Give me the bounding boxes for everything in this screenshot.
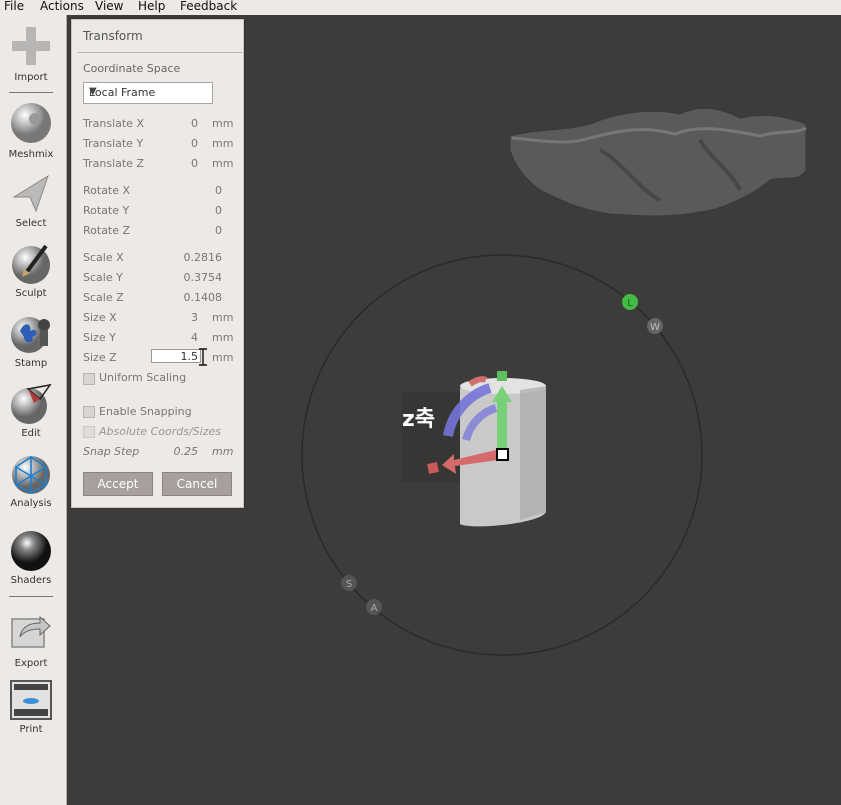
- snap-step-label: Snap Step: [83, 445, 140, 458]
- rotate-y-value[interactable]: 0: [192, 204, 222, 217]
- gizmo-w-button[interactable]: W: [647, 318, 663, 334]
- absolute-coords-label: Absolute Coords/Sizes: [99, 425, 221, 438]
- translate-x-value[interactable]: 0: [172, 117, 198, 130]
- z-axis-scale-handle: [497, 371, 507, 381]
- scale-y-label: Scale Y: [83, 271, 123, 284]
- size-x-unit: mm: [212, 311, 234, 324]
- rotate-z-label: Rotate Z: [83, 224, 131, 237]
- gizmo-s-text: S: [346, 579, 352, 590]
- coord-space-select[interactable]: Local Frame ▼: [83, 82, 213, 104]
- gizmo-origin: [496, 448, 509, 461]
- x-axis-scale-handle: [427, 462, 439, 474]
- enable-snapping-checkbox[interactable]: [83, 406, 95, 418]
- text-cursor-icon: [199, 348, 207, 366]
- title-divider: [78, 52, 242, 53]
- translate-z-unit: mm: [212, 157, 234, 170]
- cancel-button[interactable]: Cancel: [162, 472, 232, 496]
- cylinder-shade: [520, 386, 546, 520]
- rotate-x-value[interactable]: 0: [192, 184, 222, 197]
- size-y-unit: mm: [212, 331, 234, 344]
- rotate-x-label: Rotate X: [83, 184, 131, 197]
- panel-title: Transform: [83, 29, 143, 43]
- snap-step-value[interactable]: 0.25: [172, 445, 199, 458]
- scale-z-value[interactable]: 0.1408: [172, 291, 223, 304]
- rotate-z-value[interactable]: 0: [192, 224, 222, 237]
- size-z-label: Size Z: [83, 351, 117, 364]
- uniform-scaling-label: Uniform Scaling: [99, 371, 187, 384]
- accept-button[interactable]: Accept: [83, 472, 153, 496]
- gizmo-l-button[interactable]: L: [622, 294, 638, 310]
- uniform-scaling-checkbox[interactable]: [83, 373, 95, 385]
- absolute-coords-checkbox[interactable]: [83, 426, 95, 438]
- translate-y-label: Translate Y: [83, 137, 144, 150]
- translate-x-label: Translate X: [83, 117, 144, 130]
- size-x-label: Size X: [83, 311, 117, 324]
- gizmo-a-button[interactable]: A: [366, 599, 382, 615]
- translate-x-unit: mm: [212, 117, 234, 130]
- dropdown-arrow-icon: ▼: [89, 86, 97, 97]
- snap-step-unit: mm: [212, 445, 234, 458]
- scale-x-label: Scale X: [83, 251, 124, 264]
- size-z-input[interactable]: 1.5: [151, 349, 201, 363]
- size-x-value[interactable]: 3: [172, 311, 198, 324]
- translate-y-unit: mm: [212, 137, 234, 150]
- scale-x-value[interactable]: 0.2816: [172, 251, 223, 264]
- size-y-label: Size Y: [83, 331, 116, 344]
- coord-space-label: Coordinate Space: [83, 62, 181, 75]
- transform-panel: Transform Coordinate Space Local Frame ▼…: [71, 19, 244, 508]
- scale-z-label: Scale Z: [83, 291, 124, 304]
- gizmo-l-text: L: [627, 298, 633, 309]
- gizmo-s-button[interactable]: S: [341, 575, 357, 591]
- gizmo-w-text: W: [650, 322, 660, 333]
- scale-y-value[interactable]: 0.3754: [172, 271, 223, 284]
- translate-z-value[interactable]: 0: [172, 157, 198, 170]
- z-axis-annotation: z축: [402, 407, 436, 432]
- rotate-y-label: Rotate Y: [83, 204, 130, 217]
- enable-snapping-label: Enable Snapping: [99, 405, 192, 418]
- gizmo-a-text: A: [371, 603, 378, 614]
- translate-z-label: Translate Z: [83, 157, 144, 170]
- z-axis-shaft: [497, 400, 507, 450]
- size-z-unit: mm: [212, 351, 234, 364]
- translate-y-value[interactable]: 0: [172, 137, 198, 150]
- size-y-value[interactable]: 4: [172, 331, 198, 344]
